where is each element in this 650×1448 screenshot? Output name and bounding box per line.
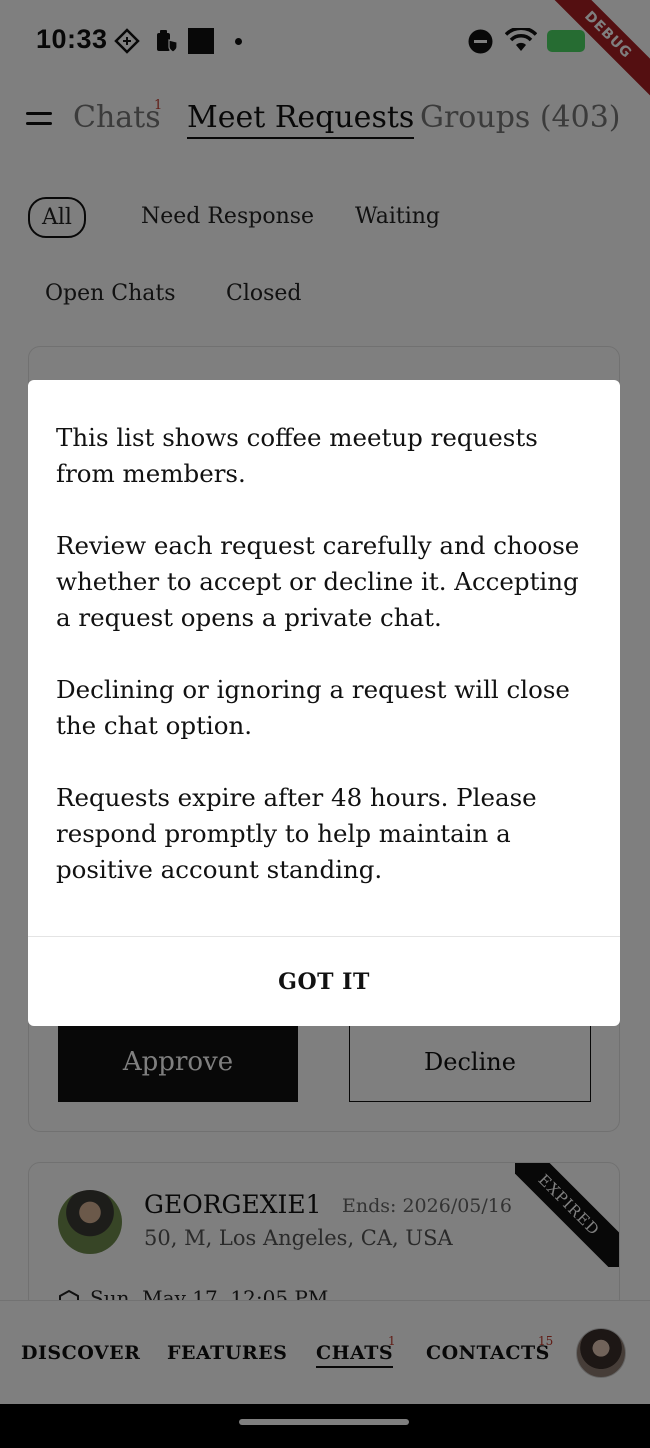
got-it-button[interactable]: GOT IT [28, 937, 620, 1026]
dialog-paragraph: Declining or ignoring a request will clo… [56, 675, 570, 740]
dialog-paragraph: This list shows coffee meetup requests f… [56, 423, 538, 488]
info-dialog: This list shows coffee meetup requests f… [28, 380, 620, 1026]
dialog-paragraph: Review each request carefully and choose… [56, 531, 580, 632]
dialog-paragraph: Requests expire after 48 hours. Please r… [56, 783, 537, 884]
dialog-body: This list shows coffee meetup requests f… [56, 420, 596, 924]
